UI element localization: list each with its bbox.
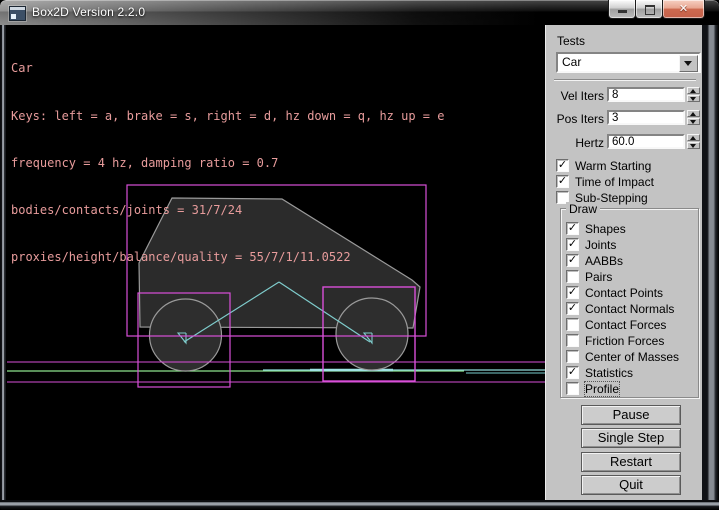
window-title: Box2D Version 2.2.0 <box>32 5 145 19</box>
proxies-stats-text: proxies/height/balance/quality = 55/7/1/… <box>11 250 444 266</box>
close-icon: ✕ <box>663 2 704 15</box>
spinner-up-icon[interactable] <box>687 134 700 141</box>
hertz-spinner[interactable] <box>687 134 700 149</box>
checkbox-icon[interactable] <box>566 270 579 283</box>
checkbox-icon[interactable] <box>566 350 579 363</box>
checkbox-contact-points[interactable]: ✓ Contact Points <box>566 286 663 299</box>
checkbox-time-of-impact[interactable]: ✓ Time of Impact <box>556 175 654 188</box>
pos-iters-spinner[interactable] <box>687 110 700 125</box>
tests-label: Tests <box>557 34 585 48</box>
checkbox-icon[interactable]: ✓ <box>566 254 579 267</box>
checkbox-warm-starting[interactable]: ✓ Warm Starting <box>556 159 651 172</box>
minimize-icon <box>618 10 627 13</box>
separator-line <box>554 79 696 81</box>
hertz-label: Hertz <box>546 136 604 150</box>
checkbox-pairs[interactable]: Pairs <box>566 270 612 283</box>
checkbox-label: Warm Starting <box>575 159 651 173</box>
spinner-down-icon[interactable] <box>687 118 700 125</box>
checkbox-icon[interactable] <box>566 318 579 331</box>
vel-iters-input[interactable]: 8 <box>607 87 685 102</box>
pos-iters-input[interactable]: 3 <box>607 110 685 125</box>
minimize-button[interactable] <box>608 0 636 19</box>
checkbox-joints[interactable]: ✓ Joints <box>566 238 616 251</box>
simulation-canvas[interactable]: Car Keys: left = a, brake = s, right = d… <box>6 25 545 500</box>
window-border-right <box>702 25 719 500</box>
app-icon[interactable] <box>9 6 26 21</box>
checkbox-shapes[interactable]: ✓ Shapes <box>566 222 626 235</box>
checkbox-icon[interactable]: ✓ <box>566 286 579 299</box>
checkbox-profile[interactable]: Profile <box>566 382 619 395</box>
checkbox-label: Center of Masses <box>585 350 679 364</box>
close-button[interactable]: ✕ <box>662 0 705 19</box>
quit-button[interactable]: Quit <box>581 475 681 495</box>
tests-dropdown-button[interactable] <box>679 55 698 72</box>
test-title-text: Car <box>11 61 444 77</box>
single-step-button[interactable]: Single Step <box>581 428 681 448</box>
hertz-input[interactable]: 60.0 <box>607 134 685 149</box>
checkbox-center-of-masses[interactable]: Center of Masses <box>566 350 679 363</box>
checkbox-label: Joints <box>585 238 616 252</box>
checkbox-label: Contact Points <box>585 286 663 300</box>
chevron-down-icon <box>684 61 692 66</box>
keys-help-text: Keys: left = a, brake = s, right = d, hz… <box>11 109 444 125</box>
spinner-up-icon[interactable] <box>687 87 700 94</box>
checkbox-label: Pairs <box>585 270 612 284</box>
checkbox-icon[interactable]: ✓ <box>556 175 569 188</box>
restart-button[interactable]: Restart <box>581 452 681 472</box>
checkbox-label: AABBs <box>585 254 623 268</box>
title-bar[interactable]: Box2D Version 2.2.0 ✕ <box>0 0 719 25</box>
tests-dropdown-value: Car <box>562 55 581 69</box>
pos-iters-label: Pos Iters <box>546 112 604 126</box>
frequency-text: frequency = 4 hz, damping ratio = 0.7 <box>11 156 444 172</box>
checkbox-label: Shapes <box>585 222 626 236</box>
checkbox-contact-normals[interactable]: ✓ Contact Normals <box>566 302 674 315</box>
stats-text-block: Car Keys: left = a, brake = s, right = d… <box>11 30 444 297</box>
tests-dropdown[interactable]: Car <box>556 52 701 73</box>
vel-iters-spinner[interactable] <box>687 87 700 102</box>
spinner-down-icon[interactable] <box>687 142 700 149</box>
checkbox-label: Profile <box>585 382 619 396</box>
checkbox-friction-forces[interactable]: Friction Forces <box>566 334 664 347</box>
checkbox-icon[interactable]: ✓ <box>566 238 579 251</box>
pause-button[interactable]: Pause <box>581 405 681 425</box>
checkbox-statistics[interactable]: ✓ Statistics <box>566 366 633 379</box>
vel-iters-label: Vel Iters <box>546 89 604 103</box>
checkbox-icon[interactable]: ✓ <box>566 302 579 315</box>
checkbox-label: Contact Normals <box>585 302 674 316</box>
checkbox-aabbs[interactable]: ✓ AABBs <box>566 254 623 267</box>
maximize-icon <box>645 5 655 15</box>
control-panel: Tests Car Vel Iters 8 Pos Iters 3 Hertz … <box>545 25 702 500</box>
checkbox-icon[interactable]: ✓ <box>556 159 569 172</box>
spinner-down-icon[interactable] <box>687 95 700 102</box>
checkbox-label: Friction Forces <box>585 334 664 348</box>
checkbox-icon[interactable] <box>566 382 579 395</box>
checkbox-label: Time of Impact <box>575 175 654 189</box>
application-window: Box2D Version 2.2.0 ✕ <box>0 0 719 510</box>
checkbox-label: Contact Forces <box>585 318 666 332</box>
bodies-stats-text: bodies/contacts/joints = 31/7/24 <box>11 203 444 219</box>
checkbox-icon[interactable] <box>566 334 579 347</box>
checkbox-icon[interactable]: ✓ <box>566 222 579 235</box>
draw-group-label: Draw <box>566 202 600 216</box>
window-border-bottom <box>0 500 719 510</box>
spinner-up-icon[interactable] <box>687 110 700 117</box>
checkbox-contact-forces[interactable]: Contact Forces <box>566 318 666 331</box>
checkbox-icon[interactable]: ✓ <box>566 366 579 379</box>
checkbox-label: Statistics <box>585 366 633 380</box>
maximize-button[interactable] <box>635 0 663 19</box>
